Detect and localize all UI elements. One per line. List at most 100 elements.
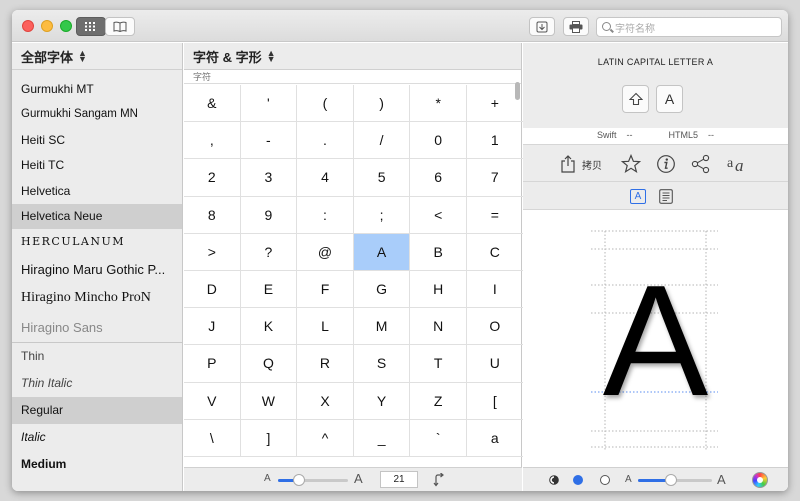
font-item-hiragino-maru-gothic[interactable]: Hiragino Maru Gothic P...: [12, 255, 182, 284]
glyph-cell[interactable]: B: [410, 233, 467, 271]
glyph-cell[interactable]: T: [410, 345, 467, 383]
glyph-cell[interactable]: /: [353, 122, 411, 160]
print-button[interactable]: [563, 17, 589, 36]
glyph-cell[interactable]: 0: [410, 122, 467, 160]
glyph-cell[interactable]: -: [240, 122, 298, 160]
glyph-cell[interactable]: X: [297, 382, 354, 420]
glyph-cell[interactable]: F: [297, 271, 354, 309]
share-button[interactable]: [691, 153, 711, 175]
glyph-cell[interactable]: A: [353, 233, 411, 271]
glyph-cell[interactable]: D: [184, 271, 241, 309]
glyph-cell[interactable]: :: [297, 196, 354, 234]
glyph-cell[interactable]: ^: [297, 419, 354, 457]
font-item-gurmukhi-sangam-mn[interactable]: Gurmukhi Sangam MN: [12, 102, 182, 128]
glyph-cell[interactable]: <: [410, 196, 467, 234]
glyph-cell[interactable]: I: [467, 271, 524, 309]
style-item-regular[interactable]: Regular: [12, 396, 182, 424]
color-wheel-icon[interactable]: [752, 472, 768, 488]
glyph-cell[interactable]: @: [297, 233, 354, 271]
glyph-cell[interactable]: 5: [353, 159, 411, 197]
glyph-cell[interactable]: H: [410, 271, 467, 309]
glyph-cell[interactable]: Y: [353, 382, 411, 420]
font-size-field[interactable]: 21: [380, 471, 418, 488]
glyph-cell[interactable]: U: [467, 345, 524, 383]
font-item-gurmukhi-mt[interactable]: Gurmukhi MT: [12, 76, 182, 102]
glyph-cell[interactable]: E: [240, 271, 298, 309]
glyph-cell[interactable]: &: [184, 85, 241, 123]
glyph-cell[interactable]: ): [353, 85, 411, 123]
info-button[interactable]: [656, 153, 676, 175]
glyph-cell[interactable]: C: [467, 233, 524, 271]
character-search-input[interactable]: 字符名称: [596, 17, 782, 37]
glyph-cell[interactable]: 3: [240, 159, 298, 197]
glyph-cell[interactable]: [: [467, 382, 524, 420]
glyph-cell[interactable]: _: [353, 419, 411, 457]
preview-size-slider-knob[interactable]: [665, 474, 678, 486]
glyph-cell[interactable]: ]: [240, 419, 298, 457]
favorite-button[interactable]: [621, 153, 641, 175]
grid-view-button[interactable]: [76, 17, 106, 36]
glyph-cell[interactable]: M: [353, 308, 411, 346]
font-item-helvetica[interactable]: Helvetica: [12, 178, 182, 204]
install-font-button[interactable]: [529, 17, 555, 36]
glyph-cell[interactable]: 9: [240, 196, 298, 234]
glyph-cell[interactable]: .: [297, 122, 354, 160]
glyph-cell[interactable]: *: [410, 85, 467, 123]
glyph-cell[interactable]: S: [353, 345, 411, 383]
style-item-thin-italic[interactable]: Thin Italic: [12, 370, 182, 397]
glyph-cell[interactable]: N: [410, 308, 467, 346]
glyph-cell[interactable]: a: [467, 419, 524, 457]
font-item-hiragino-sans[interactable]: Hiragino Sans: [12, 313, 182, 342]
glyph-cell[interactable]: L: [297, 308, 354, 346]
copy-button[interactable]: 拷贝: [560, 153, 602, 175]
style-item-thin[interactable]: Thin: [12, 343, 182, 370]
preview-size-slider[interactable]: [638, 474, 712, 486]
minimize-window-button[interactable]: [41, 20, 53, 32]
glyph-cell[interactable]: \: [184, 419, 241, 457]
glyph-cell[interactable]: >: [184, 233, 241, 271]
glyph-cell[interactable]: ;: [353, 196, 411, 234]
glyph-cell[interactable]: 6: [410, 159, 467, 197]
text-preview-mode-icon[interactable]: [659, 189, 673, 204]
font-item-hiragino-mincho[interactable]: Hiragino Mincho ProN: [12, 284, 182, 313]
glyph-cell[interactable]: 1: [467, 122, 524, 160]
glyph-cell[interactable]: (: [297, 85, 354, 123]
glyph-cell[interactable]: 7: [467, 159, 524, 197]
glyph-cell[interactable]: Z: [410, 382, 467, 420]
glyph-cell[interactable]: =: [467, 196, 524, 234]
glyph-cell[interactable]: R: [297, 345, 354, 383]
glyph-cell[interactable]: ,: [184, 122, 241, 160]
glyph-cell[interactable]: Q: [240, 345, 298, 383]
glyph-cell[interactable]: 2: [184, 159, 241, 197]
glyph-size-slider[interactable]: [278, 474, 348, 486]
glyph-cell[interactable]: 8: [184, 196, 241, 234]
book-view-button[interactable]: [105, 17, 135, 36]
glyph-cell[interactable]: G: [353, 271, 411, 309]
appearance-icon[interactable]: [549, 475, 559, 485]
glyph-cell[interactable]: `: [410, 419, 467, 457]
glyph-cell[interactable]: J: [184, 308, 241, 346]
glyph-preview-mode-button[interactable]: A: [630, 189, 646, 204]
glyph-variants-button[interactable]: a a: [726, 153, 750, 175]
glyph-size-slider-knob[interactable]: [293, 474, 305, 486]
zoom-window-button[interactable]: [60, 20, 72, 32]
style-item-medium[interactable]: Medium: [12, 451, 182, 478]
font-item-heiti-tc[interactable]: Heiti TC: [12, 153, 182, 179]
glyph-cell[interactable]: ': [240, 85, 298, 123]
glyph-cell[interactable]: ?: [240, 233, 298, 271]
glyph-cell[interactable]: W: [240, 382, 298, 420]
blue-color-swatch[interactable]: [573, 475, 583, 485]
glyph-cell[interactable]: P: [184, 345, 241, 383]
glyph-cell[interactable]: V: [184, 382, 241, 420]
glyph-cell[interactable]: K: [240, 308, 298, 346]
font-item-herculanum[interactable]: HERCULANUM: [12, 229, 182, 255]
close-window-button[interactable]: [22, 20, 34, 32]
glyph-grid-scrollbar[interactable]: [515, 82, 520, 100]
glyph-cell[interactable]: O: [467, 308, 524, 346]
font-collection-selector[interactable]: 全部字体 ▲ ▼: [12, 43, 182, 70]
font-item-helvetica-neue[interactable]: Helvetica Neue: [12, 203, 182, 229]
glyph-view-selector[interactable]: 字符 & 字形 ▲ ▼: [184, 43, 521, 70]
font-item-heiti-sc[interactable]: Heiti SC: [12, 127, 182, 153]
outline-color-swatch[interactable]: [600, 475, 610, 485]
glyph-cell[interactable]: 4: [297, 159, 354, 197]
